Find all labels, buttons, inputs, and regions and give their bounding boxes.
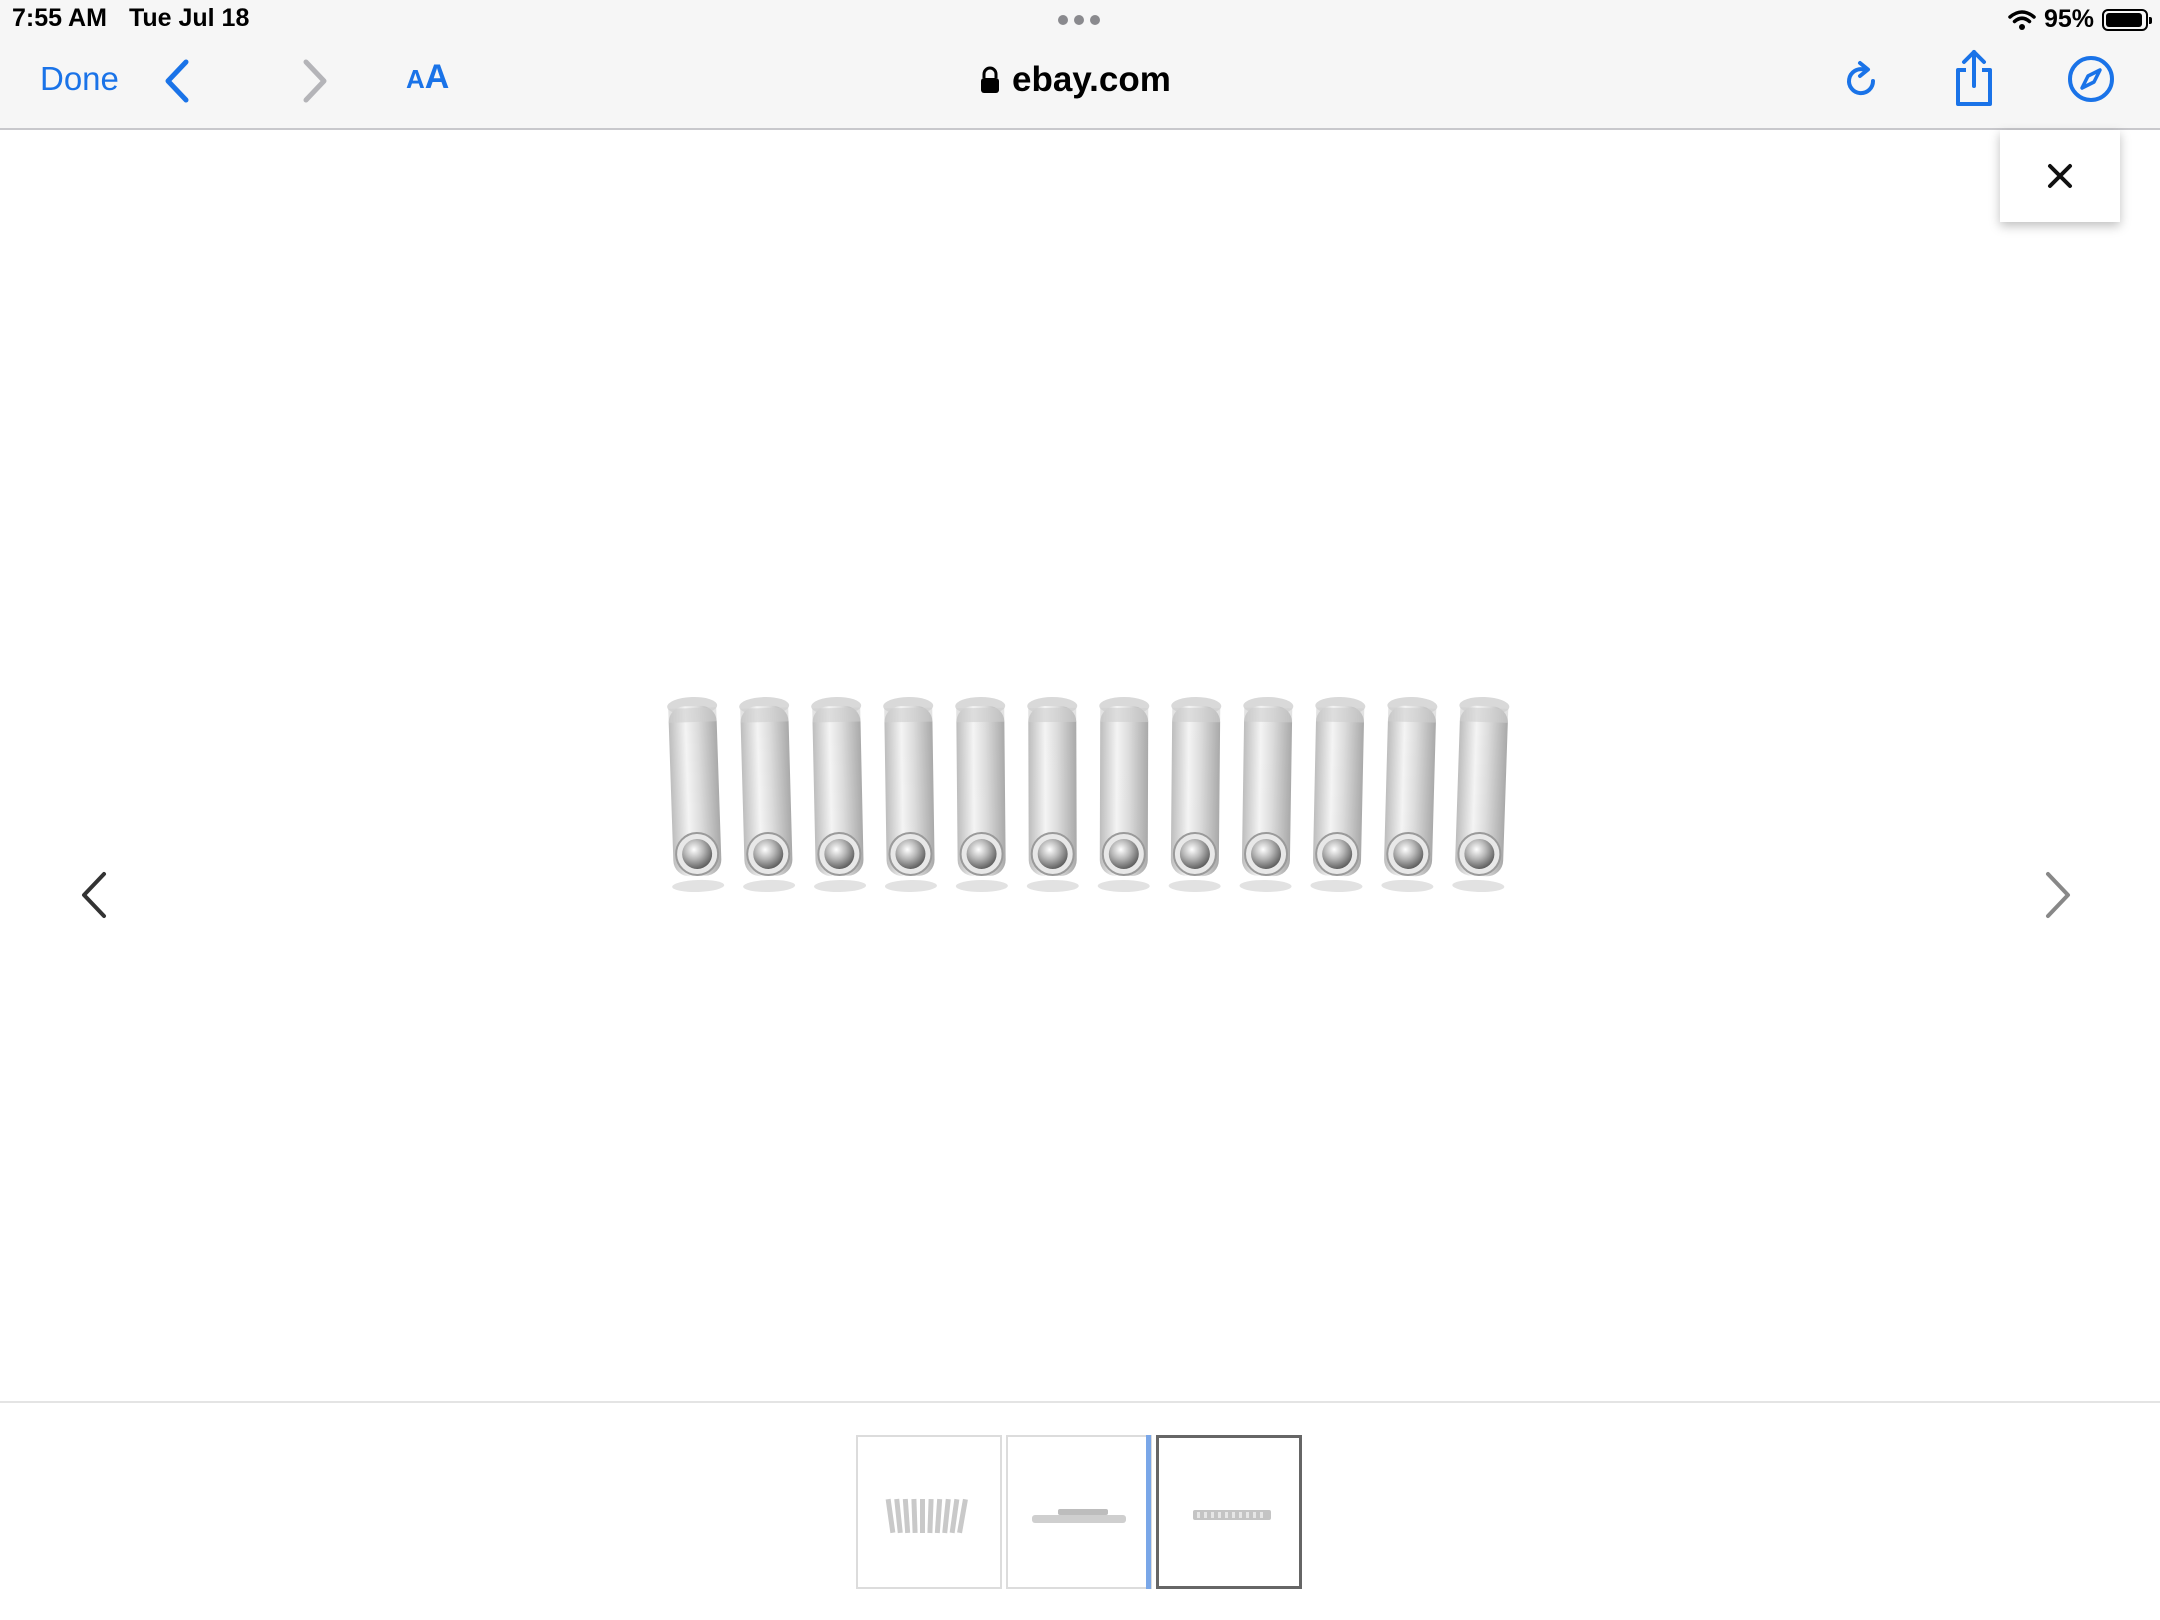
text-size-button[interactable]: AA xyxy=(406,58,449,97)
status-clock: 7:55 AM Tue Jul 18 xyxy=(12,4,249,33)
status-bar: 7:55 AM Tue Jul 18 95% xyxy=(0,0,2160,40)
ball-plunger-pin xyxy=(1381,697,1438,893)
product-image xyxy=(443,130,1717,1403)
product-photo xyxy=(667,697,1510,893)
thumbnail-image xyxy=(1032,1509,1126,1523)
battery-level xyxy=(2106,12,2142,27)
ball-plunger-pin xyxy=(667,697,725,893)
ball-plunger-pin xyxy=(739,697,796,893)
ball-plunger-pin xyxy=(1168,697,1222,893)
ball-plunger-pin xyxy=(811,697,867,893)
reload-icon[interactable] xyxy=(1842,58,1882,104)
thumbnail-image xyxy=(885,1498,968,1534)
chevron-left-icon[interactable] xyxy=(162,58,192,104)
ball-plunger-pin xyxy=(1452,697,1510,893)
done-button[interactable]: Done xyxy=(40,60,119,98)
ball-plunger-pin xyxy=(1097,697,1150,893)
status-indicators: 95% xyxy=(2008,5,2152,34)
status-time: 7:55 AM xyxy=(12,4,107,32)
status-date: Tue Jul 18 xyxy=(128,4,250,32)
thumbnail-scroll-marker xyxy=(1146,1435,1151,1589)
share-icon[interactable] xyxy=(1952,48,1996,108)
image-viewer xyxy=(0,130,2160,1403)
ball-plunger-row xyxy=(667,697,1510,893)
thumbnail-image xyxy=(1193,1510,1271,1520)
address-bar[interactable]: ebay.com xyxy=(980,56,1171,104)
thumbnail-2[interactable] xyxy=(1006,1435,1152,1589)
chevron-right-icon[interactable] xyxy=(300,58,330,104)
thumbnail-3-selected[interactable] xyxy=(1156,1435,1302,1589)
thumbnail-1[interactable] xyxy=(856,1435,1002,1589)
ball-plunger-pin xyxy=(1310,697,1366,893)
multitasking-dots-icon[interactable] xyxy=(1058,15,1100,25)
battery-icon xyxy=(2102,8,2152,31)
address-text: ebay.com xyxy=(1012,60,1171,99)
close-viewer-button[interactable] xyxy=(2000,130,2120,222)
ball-plunger-pin xyxy=(955,697,1008,893)
wifi-icon xyxy=(2008,9,2036,30)
close-icon xyxy=(2048,164,2072,188)
lock-icon xyxy=(981,66,999,93)
ball-plunger-pin xyxy=(883,697,937,893)
battery-percent: 95% xyxy=(2043,5,2094,33)
ball-plunger-pin xyxy=(1239,697,1294,893)
browser-toolbar: Done AA ebay.com xyxy=(0,40,2160,130)
next-image-button[interactable] xyxy=(2044,870,2074,920)
gallery-divider xyxy=(0,1401,2160,1403)
previous-image-button[interactable] xyxy=(78,870,108,920)
ball-plunger-pin xyxy=(1026,697,1079,893)
compass-icon[interactable] xyxy=(2066,54,2116,104)
